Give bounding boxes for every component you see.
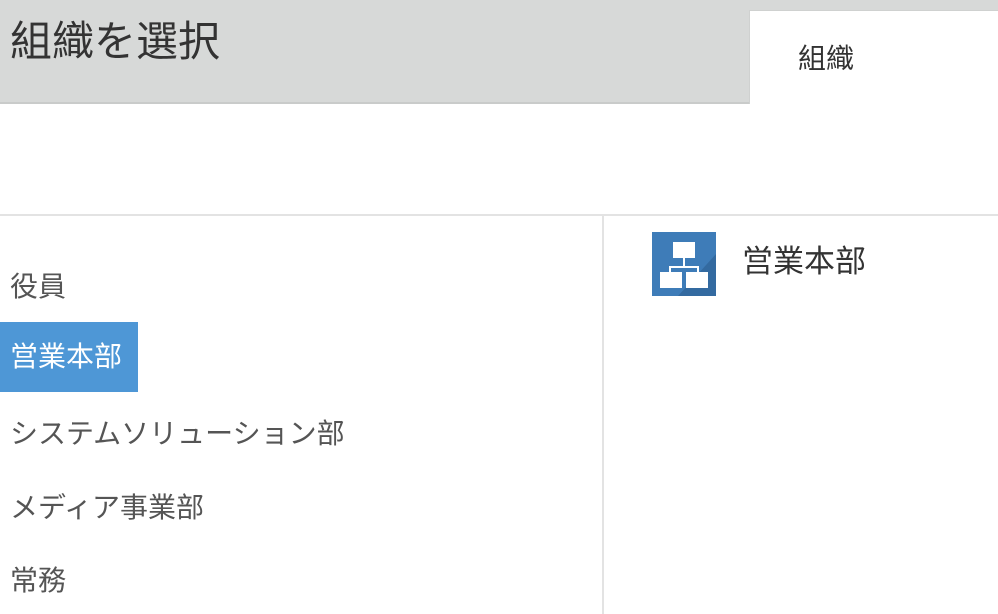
org-item-sales-division[interactable]: 営業本部 bbox=[0, 322, 139, 392]
org-item-executives[interactable]: 役員 bbox=[0, 252, 82, 322]
tab-organization[interactable]: 組織 bbox=[749, 10, 998, 104]
organization-list: 役員 営業本部 システムソリューション部 メディア事業部 常務 bbox=[0, 216, 602, 614]
org-item-system-solutions[interactable]: システムソリューション部 bbox=[0, 399, 361, 469]
org-item-media-business[interactable]: メディア事業部 bbox=[0, 473, 220, 543]
page-title: 組織を選択 bbox=[10, 17, 221, 66]
org-item-managing-director[interactable]: 常務 bbox=[0, 546, 82, 614]
organization-select-page: 組織を選択 組織 役員 営業本部 システムソリューション部 メディア事業部 常務 bbox=[0, 0, 998, 614]
selected-org-card[interactable]: 営業本部 bbox=[652, 232, 982, 296]
panel-divider bbox=[602, 216, 604, 614]
header-bar: 組織を選択 組織 bbox=[0, 0, 998, 104]
tab-organization-label: 組織 bbox=[798, 42, 855, 75]
selected-org-name: 営業本部 bbox=[742, 244, 866, 280]
org-chart-icon bbox=[652, 232, 716, 296]
